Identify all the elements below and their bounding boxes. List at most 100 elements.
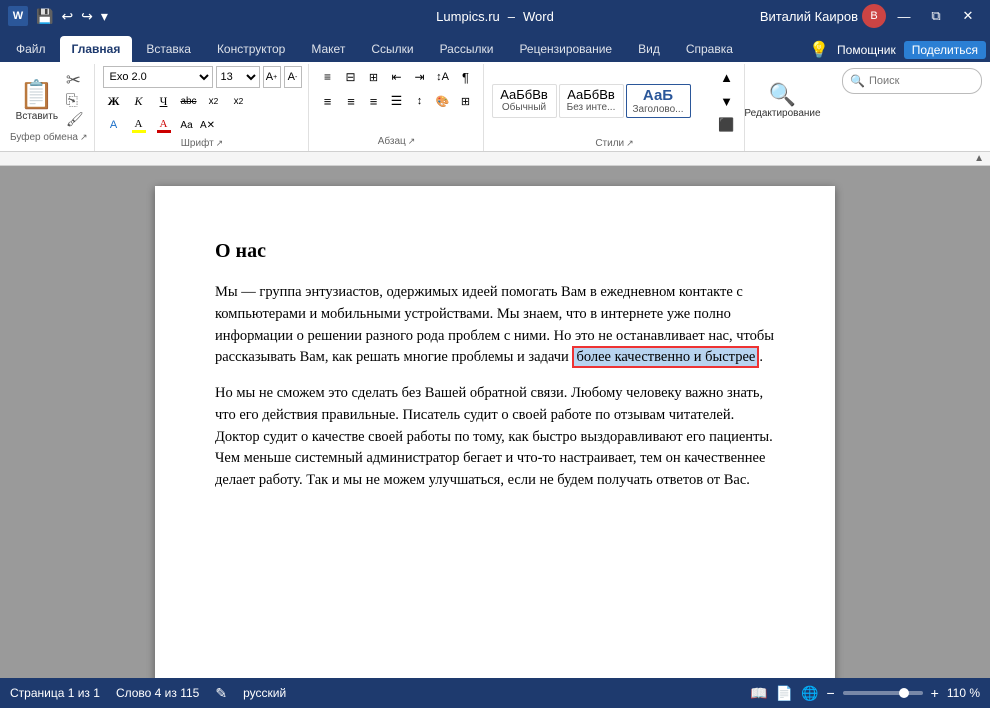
ribbon-tab-bar: Файл Главная Вставка Конструктор Макет С…: [0, 32, 990, 62]
clear-format-button[interactable]: A✕: [199, 116, 217, 134]
tab-references[interactable]: Ссылки: [359, 36, 425, 62]
line-spacing-button[interactable]: ↕: [409, 90, 431, 112]
subscript-button[interactable]: x2: [203, 90, 225, 112]
tab-home[interactable]: Главная: [60, 36, 133, 62]
style-normal[interactable]: АаБбВв Обычный: [492, 84, 557, 118]
title-bar-right: Виталий Каиров В — ⧉ ✕: [760, 4, 982, 28]
word-count: Слово 4 из 115: [116, 686, 199, 700]
editing-button[interactable]: 🔍 Редактирование: [753, 70, 813, 130]
decrease-indent-button[interactable]: ⇤: [386, 66, 408, 88]
bullets-button[interactable]: ≡: [317, 66, 339, 88]
paste-button[interactable]: 📋 Вставить: [13, 70, 61, 130]
font-settings-button[interactable]: Аа: [178, 116, 196, 134]
ribbon: 📋 Вставить ✂ ⎘ 🖌 Буфер обмена ↗ Exo 2.0: [0, 62, 990, 152]
zoom-thumb[interactable]: [899, 688, 909, 698]
increase-indent-button[interactable]: ⇥: [409, 66, 431, 88]
paragraph-1: Мы — группа энтузиастов, одержимых идеей…: [215, 282, 775, 369]
status-icon-edit[interactable]: ✎: [215, 685, 227, 702]
tab-view[interactable]: Вид: [626, 36, 672, 62]
align-right-button[interactable]: ≡: [363, 90, 385, 112]
tab-insert[interactable]: Вставка: [134, 36, 203, 62]
title-bar-left: W 💾 ↩ ↪ ▾: [8, 6, 110, 27]
font-size-select[interactable]: 13: [216, 66, 260, 88]
paragraph-group: ≡ ⊟ ⊞ ⇤ ⇥ ↕A ¶ ≡ ≡ ≡ ☰ ↕ 🎨 ⊞ Абзац ↗: [311, 64, 484, 151]
ribbon-collapse-bar[interactable]: ▲: [0, 152, 990, 166]
zoom-level[interactable]: 110 %: [947, 686, 980, 700]
status-bar: Страница 1 из 1 Слово 4 из 115 ✎ русский…: [0, 678, 990, 708]
para1-after-selected: .: [759, 349, 763, 365]
zoom-slider[interactable]: [843, 691, 923, 695]
align-left-button[interactable]: ≡: [317, 90, 339, 112]
print-layout-icon[interactable]: 📄: [776, 685, 793, 702]
font-size-increase-btn[interactable]: A+: [263, 66, 281, 88]
numbering-button[interactable]: ⊟: [340, 66, 362, 88]
styles-scroll-down-button[interactable]: ▼: [716, 90, 738, 112]
copy-button[interactable]: ⎘: [65, 92, 85, 109]
read-mode-icon[interactable]: 📖: [750, 685, 767, 702]
redo-quick-btn[interactable]: ↪: [79, 6, 95, 27]
restore-button[interactable]: ⧉: [922, 4, 950, 28]
document-page: О нас Мы — группа энтузиастов, одержимых…: [155, 186, 835, 678]
file-name: Lumpics.ru: [436, 9, 500, 24]
tab-review[interactable]: Рецензирование: [507, 36, 624, 62]
style-no-spacing[interactable]: АаБбВв Без инте...: [559, 84, 624, 118]
zoom-minus-btn[interactable]: −: [826, 685, 834, 701]
editing-label: Редактирование: [744, 108, 820, 119]
sort-button[interactable]: ↕A: [432, 66, 454, 88]
cut-button[interactable]: ✂: [65, 70, 85, 90]
para-expand-icon[interactable]: ↗: [408, 136, 416, 147]
clipboard-expand-icon[interactable]: ↗: [80, 132, 88, 143]
font-expand-icon[interactable]: ↗: [216, 138, 224, 149]
italic-button[interactable]: К: [128, 90, 150, 112]
tab-help[interactable]: Справка: [674, 36, 745, 62]
underline-button[interactable]: Ч: [153, 90, 175, 112]
text-effect-button[interactable]: A: [103, 114, 125, 136]
style-heading1[interactable]: АаБ Заголово...: [626, 84, 691, 118]
close-button[interactable]: ✕: [954, 4, 982, 28]
superscript-button[interactable]: x2: [228, 90, 250, 112]
styles-expand-icon[interactable]: ↗: [626, 138, 634, 149]
styles-scroll-up-button[interactable]: ▲: [716, 66, 738, 88]
font-size-decrease-btn[interactable]: A-: [284, 66, 302, 88]
tab-mailings[interactable]: Рассылки: [428, 36, 506, 62]
styles-expand-button[interactable]: ⬛: [716, 114, 738, 136]
user-avatar[interactable]: В: [862, 4, 886, 28]
selected-text: более качественно и быстрее: [572, 346, 759, 368]
minimize-button[interactable]: —: [890, 4, 918, 28]
bold-button[interactable]: Ж: [103, 90, 125, 112]
light-bulb-icon[interactable]: 💡: [809, 40, 829, 60]
zoom-plus-btn[interactable]: +: [931, 685, 939, 701]
tab-design[interactable]: Конструктор: [205, 36, 297, 62]
multilevel-button[interactable]: ⊞: [363, 66, 385, 88]
justify-button[interactable]: ☰: [386, 90, 408, 112]
styles-gallery: АаБбВв Обычный АаБбВв Без инте... АаБ За…: [492, 84, 712, 118]
font-name-select[interactable]: Exo 2.0: [103, 66, 213, 88]
strikethrough-button[interactable]: abc: [178, 90, 200, 112]
paste-label: Вставить: [16, 111, 58, 122]
collapse-icon: ▲: [974, 153, 984, 164]
styles-label: Стили ↗: [595, 136, 633, 151]
tab-file[interactable]: Файл: [4, 36, 58, 62]
align-center-button[interactable]: ≡: [340, 90, 362, 112]
shading-button[interactable]: 🎨: [432, 90, 454, 112]
tab-layout[interactable]: Макет: [299, 36, 357, 62]
borders-button[interactable]: ⊞: [455, 90, 477, 112]
pilcrow-button[interactable]: ¶: [455, 66, 477, 88]
document-area: О нас Мы — группа энтузиастов, одержимых…: [0, 166, 990, 678]
format-painter-button[interactable]: 🖌: [65, 111, 85, 127]
assistant-btn[interactable]: Помощник: [837, 43, 896, 57]
language-status[interactable]: русский: [243, 686, 286, 700]
clipboard-sub-buttons: ✂ ⎘ 🖌: [65, 70, 85, 127]
styles-group: АаБбВв Обычный АаБбВв Без инте... АаБ За…: [486, 64, 745, 151]
paragraph-label: Абзац ↗: [378, 134, 416, 149]
paragraph-2: Но мы не сможем это сделать без Вашей об…: [215, 383, 775, 492]
web-layout-icon[interactable]: 🌐: [801, 685, 818, 702]
user-name: Виталий Каиров: [760, 9, 858, 24]
highlight-button[interactable]: А: [128, 114, 150, 136]
editing-group: 🔍 Редактирование placeholder: [747, 64, 819, 151]
customize-quick-btn[interactable]: ▾: [99, 6, 110, 27]
undo-quick-btn[interactable]: ↩: [59, 6, 75, 27]
share-btn[interactable]: Поделиться: [904, 41, 986, 59]
save-quick-btn[interactable]: 💾: [34, 6, 55, 27]
font-color-button[interactable]: А: [153, 114, 175, 136]
